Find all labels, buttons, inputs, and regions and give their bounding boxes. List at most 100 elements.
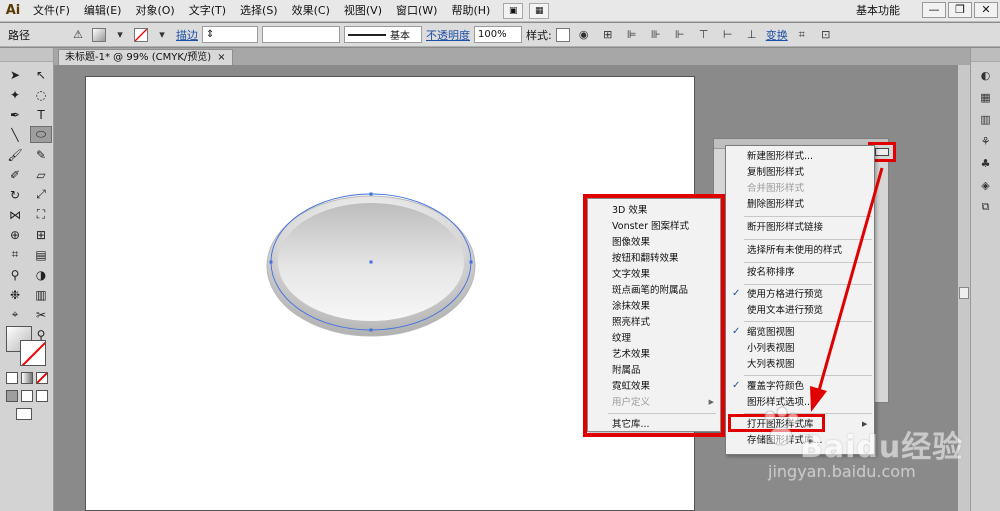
none-mode-icon[interactable] — [36, 372, 48, 384]
magic-wand-tool-icon[interactable]: ✦ — [4, 86, 26, 103]
panel-grip[interactable] — [0, 48, 53, 62]
minimize-button[interactable]: — — [922, 2, 946, 18]
recolor-icon[interactable]: ◉ — [574, 26, 594, 43]
color-panel-icon[interactable]: ◐ — [976, 66, 996, 84]
align-top-icon[interactable]: ⊤ — [694, 26, 714, 43]
menu-select[interactable]: 选择(S) — [233, 0, 285, 22]
menu-item-sort-by-name[interactable]: 按名称排序 — [726, 266, 874, 280]
anchor-point[interactable] — [369, 328, 373, 332]
mesh-tool-icon[interactable]: ⌗ — [4, 246, 26, 263]
menu-item-override-color[interactable]: 覆盖字符颜色 — [726, 380, 874, 394]
dock-grip[interactable] — [971, 48, 1000, 62]
shape-builder-tool-icon[interactable]: ⊕ — [4, 226, 26, 243]
line-tool-icon[interactable]: ╲ — [4, 126, 26, 143]
anchor-point[interactable] — [469, 260, 473, 264]
symbol-sprayer-tool-icon[interactable]: ❉ — [4, 286, 26, 303]
transform-link[interactable]: 变换 — [766, 27, 788, 43]
align-selection-icon[interactable]: ⊞ — [598, 26, 618, 43]
fill-color-swatch[interactable] — [92, 27, 106, 42]
anchor-point[interactable] — [369, 192, 373, 196]
menu-view[interactable]: 视图(V) — [337, 0, 389, 22]
warning-icon[interactable]: ⚠ — [68, 26, 88, 43]
blob-brush-tool-icon[interactable]: ✐ — [4, 166, 26, 183]
color-guide-icon[interactable]: ▦ — [976, 88, 996, 106]
align-center-icon[interactable]: ⊪ — [646, 26, 666, 43]
type-tool-icon[interactable]: T — [30, 106, 52, 123]
draw-behind-icon[interactable] — [21, 390, 33, 402]
align-bottom-icon[interactable]: ⊥ — [742, 26, 762, 43]
menu-file[interactable]: 文件(F) — [26, 0, 77, 22]
direct-selection-tool-icon[interactable]: ↖ — [30, 66, 52, 83]
opacity-link[interactable]: 不透明度 — [426, 27, 470, 43]
menu-item-preview-text[interactable]: 使用文本进行预览 — [726, 304, 874, 318]
artboards-panel-icon[interactable]: ⧉ — [976, 198, 996, 216]
perspective-grid-tool-icon[interactable]: ⊞ — [30, 226, 52, 243]
menu-type[interactable]: 文字(T) — [182, 0, 233, 22]
selection-tool-icon[interactable]: ➤ — [4, 66, 26, 83]
menu-item-thumbnail-view[interactable]: 缩览图视图 — [726, 326, 874, 340]
close-button[interactable]: ✕ — [974, 2, 998, 18]
menu-item-duplicate-style[interactable]: 复制图形样式 — [726, 166, 874, 180]
artboard-tool-icon[interactable]: ⌖ — [4, 306, 26, 323]
graphic-style-swatch[interactable] — [555, 27, 570, 42]
paintbrush-tool-icon[interactable]: 🖌 — [4, 146, 26, 163]
menu-effect[interactable]: 效果(C) — [285, 0, 337, 22]
stroke-weight-field[interactable]: ⇕ — [202, 26, 258, 43]
stroke-swatch[interactable] — [20, 340, 46, 366]
gradient-mode-icon[interactable] — [21, 372, 33, 384]
menu-edit[interactable]: 编辑(E) — [77, 0, 129, 22]
screen-mode-icon[interactable] — [16, 408, 32, 420]
color-mode-icon[interactable] — [6, 372, 18, 384]
menu-item-break-link[interactable]: 断开图形样式链接 — [726, 221, 874, 235]
eraser-tool-icon[interactable]: ▱ — [30, 166, 52, 183]
menu-item-preview-square[interactable]: 使用方格进行预览 — [726, 288, 874, 302]
brush-definition[interactable]: 基本 — [344, 26, 422, 43]
menu-item-select-unused[interactable]: 选择所有未使用的样式 — [726, 244, 874, 258]
rotate-tool-icon[interactable]: ↻ — [4, 186, 26, 203]
arrange-documents-icon[interactable]: ▦ — [529, 2, 550, 19]
anchor-point[interactable] — [269, 260, 273, 264]
pencil-tool-icon[interactable]: ✎ — [30, 146, 52, 163]
swatches-panel-icon[interactable]: ▥ — [976, 110, 996, 128]
free-transform-tool-icon[interactable]: ⛶ — [30, 206, 52, 223]
lasso-tool-icon[interactable]: ◌ — [30, 86, 52, 103]
stroke-color-swatch[interactable] — [134, 27, 148, 42]
fill-stroke-control[interactable] — [6, 326, 48, 372]
align-middle-icon[interactable]: ⊢ — [718, 26, 738, 43]
isolate-icon[interactable]: ⌗ — [792, 26, 812, 43]
scale-tool-icon[interactable]: ⤢ — [30, 186, 52, 203]
stroke-link[interactable]: 描边 — [176, 27, 198, 43]
ellipse-tool-icon[interactable]: ⬭ — [30, 126, 52, 143]
bridge-icon[interactable]: ▣ — [503, 2, 524, 19]
menu-item-small-list-view[interactable]: 小列表视图 — [726, 342, 874, 356]
close-tab-icon[interactable]: × — [217, 50, 225, 65]
brushes-panel-icon[interactable]: ⚘ — [976, 132, 996, 150]
column-graph-tool-icon[interactable]: ▥ — [30, 286, 52, 303]
workspace-switcher[interactable]: 基本功能 — [856, 0, 900, 22]
opacity-field[interactable]: 100% — [474, 26, 522, 43]
menu-item-large-list-view[interactable]: 大列表视图 — [726, 358, 874, 372]
menu-window[interactable]: 窗口(W) — [389, 0, 444, 22]
slice-tool-icon[interactable]: ✂ — [30, 306, 52, 323]
eyedropper-tool-icon[interactable]: ⚲ — [4, 266, 26, 283]
restore-button[interactable]: ❐ — [948, 2, 972, 18]
chevron-down-icon[interactable]: ▾ — [110, 26, 130, 43]
document-tab[interactable]: 未标题-1* @ 99% (CMYK/预览) × — [58, 49, 233, 65]
scroll-thumb[interactable] — [959, 287, 969, 299]
align-left-icon[interactable]: ⊫ — [622, 26, 642, 43]
menu-item-new-style[interactable]: 新建图形样式... — [726, 150, 874, 164]
pen-tool-icon[interactable]: ✒ — [4, 106, 26, 123]
width-tool-icon[interactable]: ⋈ — [4, 206, 26, 223]
chevron-down-icon[interactable]: ▾ — [152, 26, 172, 43]
draw-normal-icon[interactable] — [6, 390, 18, 402]
gradient-tool-icon[interactable]: ▤ — [30, 246, 52, 263]
menu-help[interactable]: 帮助(H) — [444, 0, 497, 22]
variable-width-profile[interactable] — [262, 26, 340, 43]
panel-menu-icon[interactable]: ⊡ — [816, 26, 836, 43]
menu-item-delete-style[interactable]: 删除图形样式 — [726, 198, 874, 212]
align-right-icon[interactable]: ⊩ — [670, 26, 690, 43]
symbols-panel-icon[interactable]: ♣ — [976, 154, 996, 172]
layers-panel-icon[interactable]: ◈ — [976, 176, 996, 194]
draw-inside-icon[interactable] — [36, 390, 48, 402]
blend-tool-icon[interactable]: ◑ — [30, 266, 52, 283]
